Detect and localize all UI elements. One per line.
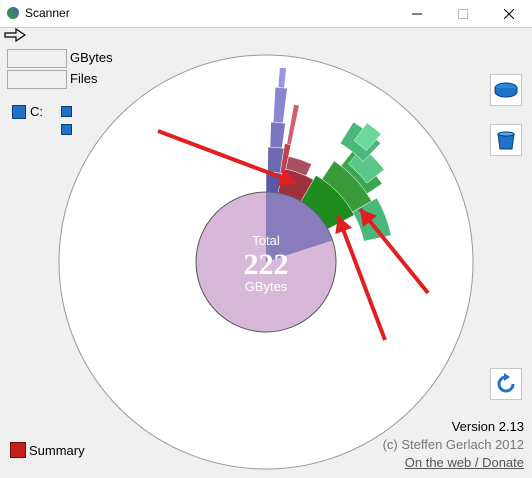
trash-icon (497, 131, 515, 150)
summary-icon (10, 442, 26, 458)
collapse-icon[interactable] (61, 124, 72, 135)
files-label: Files (70, 71, 98, 86)
drive-label: C: (30, 104, 43, 119)
total-value: 222 (244, 248, 289, 281)
scan-button[interactable] (490, 74, 522, 106)
web-donate-link[interactable]: On the web / Donate (405, 455, 524, 470)
expand-icon[interactable] (61, 106, 72, 117)
forward-arrow-icon[interactable] (4, 28, 26, 42)
copyright-text: (c) Steffen Gerlach 2012 (382, 437, 524, 452)
version-text: Version 2.13 (451, 419, 524, 434)
drive-selector[interactable]: C: (12, 104, 43, 119)
summary-button[interactable]: Summary (10, 442, 85, 458)
gbytes-field (7, 49, 67, 68)
disk-icon (494, 82, 518, 98)
total-label: Total (252, 233, 280, 248)
refresh-button[interactable] (490, 368, 522, 400)
clean-button[interactable] (490, 124, 522, 156)
total-unit: GBytes (245, 279, 288, 294)
summary-label: Summary (29, 442, 85, 458)
files-field (7, 70, 67, 89)
drive-icon (12, 104, 26, 119)
refresh-icon (497, 373, 515, 393)
gbytes-label: GBytes (70, 50, 113, 65)
